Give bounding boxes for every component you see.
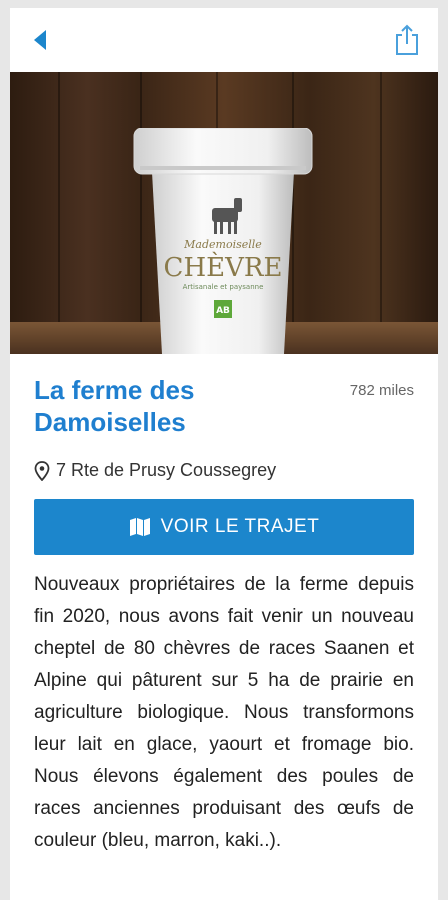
map-icon — [129, 518, 150, 536]
farm-distance: 782 miles — [349, 382, 414, 399]
product-brand: Mademoiselle — [183, 238, 262, 251]
yogurt-tub-image: Mademoiselle CHÈVRE Artisanale et paysan… — [133, 128, 313, 354]
farm-name: La ferme des Damoiselles — [34, 375, 195, 437]
share-icon — [396, 24, 418, 55]
farm-address-text: 7 Rte de Prusy Coussegrey — [56, 460, 277, 480]
organic-badge-label: AB — [216, 306, 230, 316]
map-pin-icon — [34, 460, 50, 481]
top-bar — [10, 8, 438, 72]
back-button[interactable] — [30, 28, 54, 52]
product-name: CHÈVRE — [164, 251, 283, 283]
farm-details: La ferme des Damoiselles 782 miles 7 Rte… — [10, 374, 438, 899]
product-tagline: Artisanale et paysanne — [183, 283, 264, 291]
route-button[interactable]: VOIR LE TRAJET — [34, 499, 414, 555]
app-screen: Mademoiselle CHÈVRE Artisanale et paysan… — [10, 8, 438, 900]
farm-address: 7 Rte de Prusy Coussegrey — [34, 460, 414, 481]
share-button[interactable] — [394, 24, 420, 56]
back-arrow-icon — [34, 30, 46, 50]
route-button-label: VOIR LE TRAJET — [160, 516, 320, 537]
farm-description: Nouveaux propriétaires de la ferme depui… — [34, 574, 414, 851]
product-photo: Mademoiselle CHÈVRE Artisanale et paysan… — [10, 72, 438, 354]
